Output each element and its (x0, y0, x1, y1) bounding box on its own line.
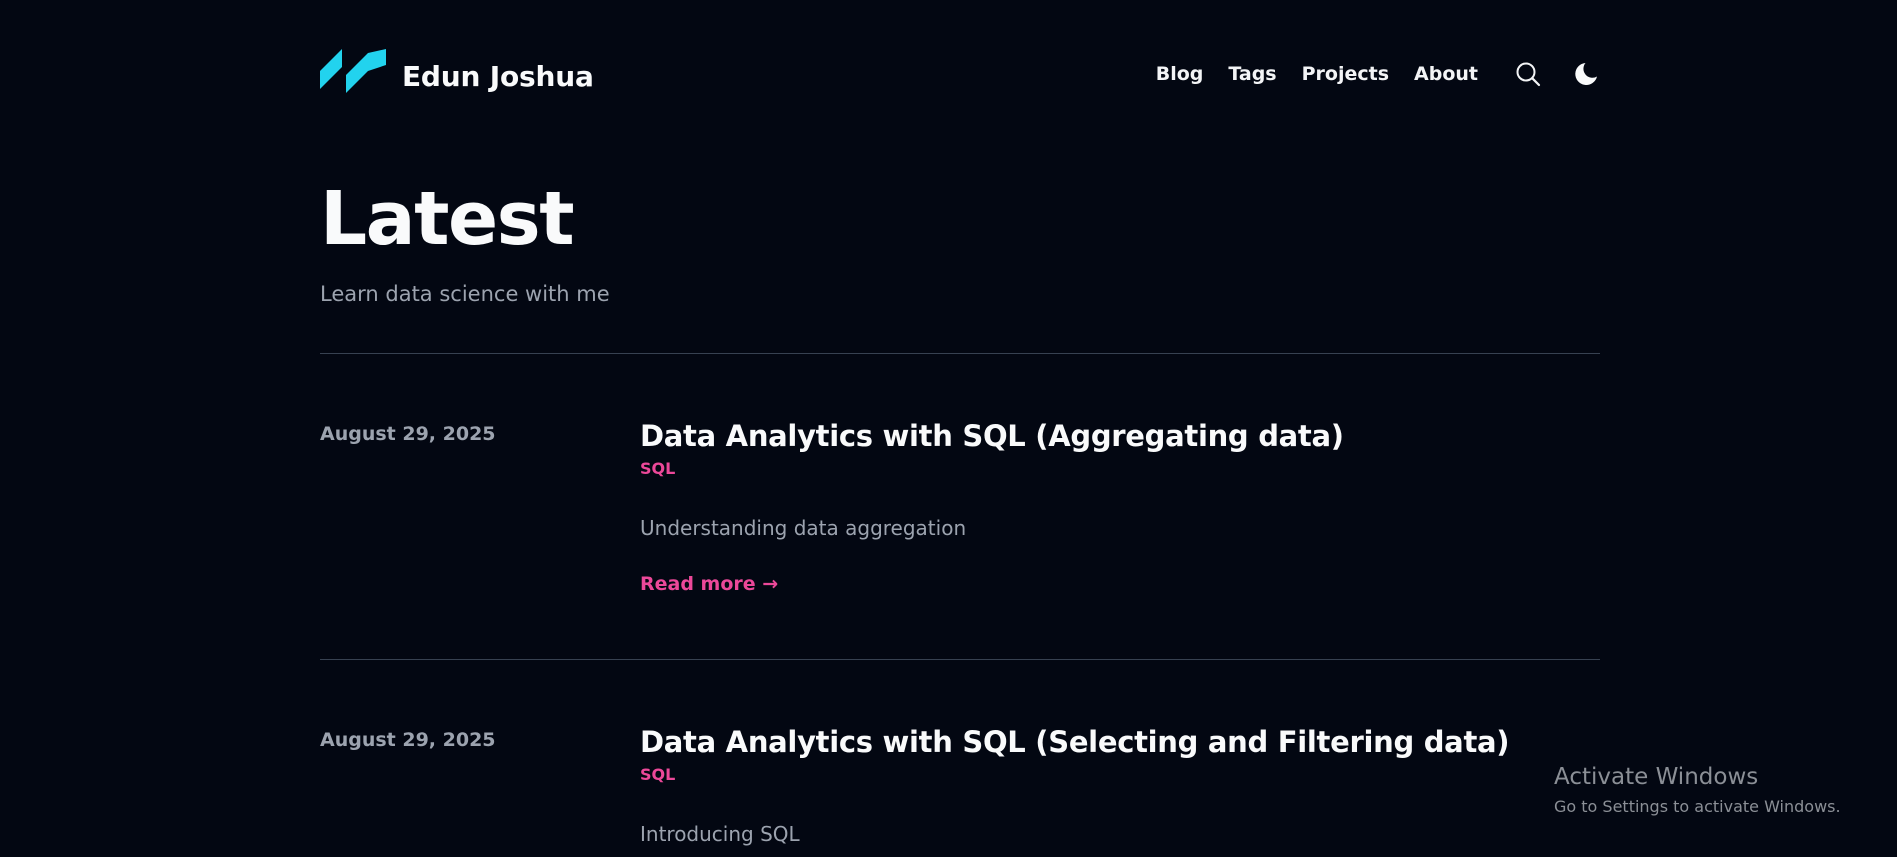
site-brand-link[interactable]: Edun Joshua (320, 48, 594, 104)
nav-link-about[interactable]: About (1414, 63, 1478, 85)
post-divider (320, 659, 1600, 660)
post-tag-link[interactable]: SQL (640, 459, 675, 478)
page-title: Latest (320, 176, 575, 262)
main-nav: Blog Tags Projects About (1156, 56, 1600, 92)
moon-icon (1575, 63, 1597, 85)
post-title-link[interactable]: Data Analytics with SQL (Selecting and F… (640, 723, 1600, 761)
search-button[interactable] (1514, 60, 1542, 88)
nav-link-projects[interactable]: Projects (1302, 63, 1389, 85)
post-summary: Introducing SQL (640, 822, 800, 846)
post-title-link[interactable]: Data Analytics with SQL (Aggregating dat… (640, 417, 1600, 455)
post-date: August 29, 2025 (320, 423, 496, 445)
read-more-link[interactable]: Read more → (640, 573, 778, 595)
windows-activation-watermark: Activate Windows Go to Settings to activ… (1554, 762, 1841, 816)
post-date: August 29, 2025 (320, 729, 496, 751)
site-title: Edun Joshua (402, 59, 594, 93)
watermark-title: Activate Windows (1554, 764, 1759, 790)
post-body: Data Analytics with SQL (Selecting and F… (640, 723, 1600, 846)
post-summary: Understanding data aggregation (640, 516, 967, 540)
nav-link-tags[interactable]: Tags (1228, 63, 1276, 85)
search-icon (1516, 62, 1541, 87)
site-logo-icon (320, 49, 386, 93)
theme-toggle-button[interactable] (1572, 60, 1600, 88)
post-tag-link[interactable]: SQL (640, 765, 675, 784)
nav-link-blog[interactable]: Blog (1156, 63, 1204, 85)
post-body: Data Analytics with SQL (Aggregating dat… (640, 417, 1600, 595)
page-subtitle: Learn data science with me (320, 282, 610, 306)
watermark-subtitle: Go to Settings to activate Windows. (1554, 797, 1841, 816)
site-header: Edun Joshua Blog Tags Projects About (320, 48, 1600, 104)
section-divider (320, 353, 1600, 354)
page: Edun Joshua Blog Tags Projects About Lat… (0, 0, 1897, 857)
